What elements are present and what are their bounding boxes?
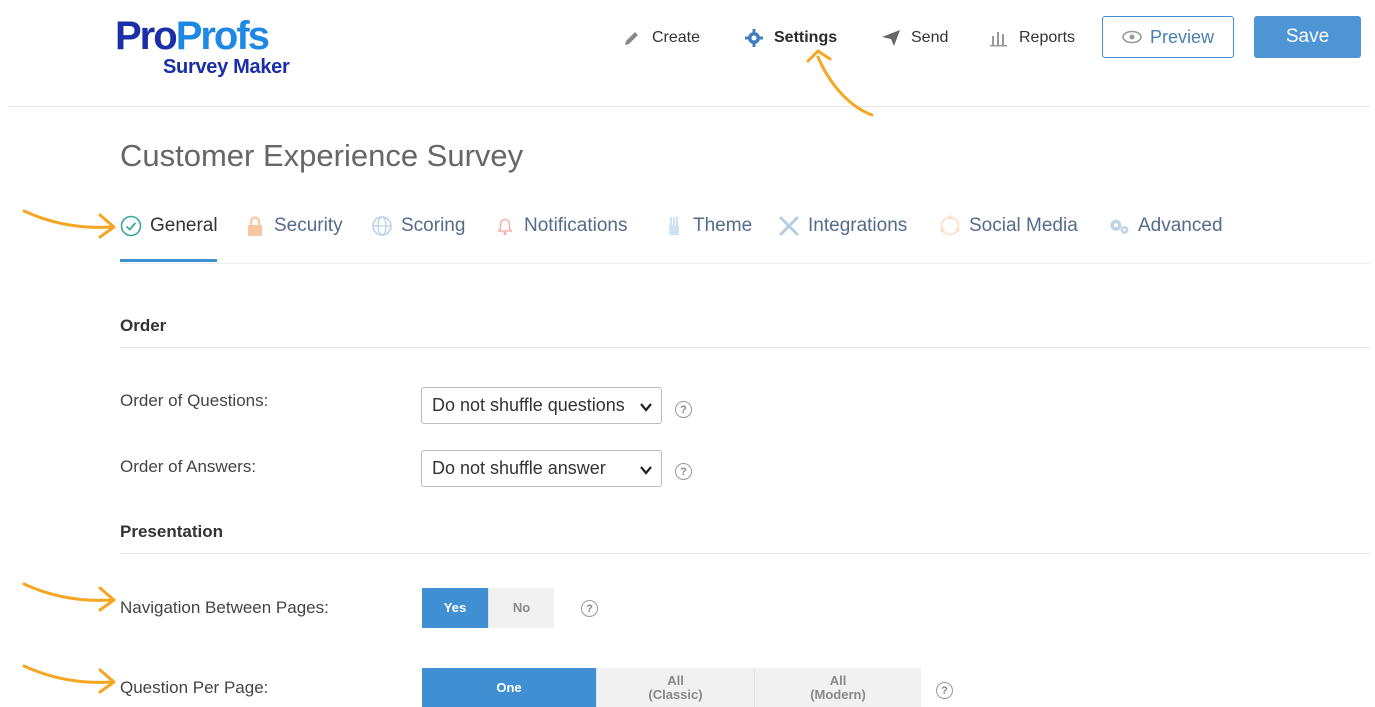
tab-advanced-label: Advanced bbox=[1138, 215, 1223, 236]
tab-notifications-label: Notifications bbox=[524, 215, 628, 236]
tab-social-media-label: Social Media bbox=[969, 215, 1078, 236]
nav-send[interactable]: Send bbox=[881, 24, 948, 52]
preview-label: Preview bbox=[1149, 26, 1215, 47]
annotation-arrow-general bbox=[22, 209, 116, 239]
save-button[interactable]: Save bbox=[1254, 16, 1361, 58]
annotation-arrow-question-per-page bbox=[22, 664, 116, 694]
navigation-yes-option[interactable]: Yes bbox=[422, 588, 488, 628]
lock-icon bbox=[244, 215, 266, 237]
bell-icon bbox=[494, 215, 516, 237]
pencil-icon bbox=[622, 28, 642, 48]
tab-general-label: General bbox=[150, 215, 218, 236]
navigation-toggle: Yes No bbox=[422, 588, 554, 628]
order-answers-value: Do not shuffle answer bbox=[432, 458, 606, 478]
tab-integrations-label: Integrations bbox=[808, 215, 908, 236]
eye-icon bbox=[1122, 30, 1142, 44]
tab-social-media[interactable]: Social Media bbox=[939, 212, 1078, 240]
chevron-down-icon bbox=[639, 461, 653, 482]
gears-icon bbox=[1108, 215, 1130, 237]
gear-icon bbox=[744, 28, 764, 48]
tab-scoring-label: Scoring bbox=[401, 215, 466, 236]
check-circle-icon bbox=[120, 215, 142, 237]
qpp-all-modern-line1: All bbox=[829, 673, 847, 688]
help-icon[interactable]: ? bbox=[675, 401, 692, 418]
help-icon[interactable]: ? bbox=[675, 463, 692, 480]
order-heading: Order bbox=[120, 316, 167, 335]
proprofs-logo[interactable]: ProProfs Survey Maker bbox=[115, 16, 315, 80]
chevron-down-icon bbox=[639, 398, 653, 419]
logo-part-2: Profs bbox=[175, 14, 270, 58]
tab-notifications[interactable]: Notifications bbox=[494, 212, 628, 240]
logo-wordmark: ProProfs bbox=[115, 14, 270, 58]
qpp-all-modern-line2: (Modern) bbox=[810, 687, 866, 702]
order-questions-value: Do not shuffle questions bbox=[432, 395, 625, 415]
brush-icon bbox=[663, 215, 685, 237]
order-answers-select[interactable]: Do not shuffle answer bbox=[421, 450, 662, 487]
tab-advanced[interactable]: Advanced bbox=[1108, 212, 1223, 240]
tab-scoring[interactable]: Scoring bbox=[371, 212, 465, 240]
annotation-arrow-navigation bbox=[22, 582, 116, 612]
logo-subtitle: Survey Maker bbox=[163, 56, 290, 78]
page-title: Customer Experience Survey bbox=[120, 138, 524, 173]
qpp-all-classic-line2: (Classic) bbox=[648, 687, 703, 702]
question-per-page-toggle: One All (Classic) All (Modern) bbox=[422, 668, 921, 707]
bar-chart-icon bbox=[989, 28, 1009, 48]
help-icon[interactable]: ? bbox=[936, 682, 953, 699]
tab-security[interactable]: Security bbox=[244, 212, 343, 240]
qpp-all-modern-option[interactable]: All (Modern) bbox=[754, 668, 921, 707]
tab-integrations[interactable]: Integrations bbox=[778, 212, 907, 240]
annotation-arrow-settings bbox=[806, 49, 874, 117]
presentation-divider bbox=[120, 553, 1370, 554]
preview-button[interactable]: Preview bbox=[1102, 16, 1234, 58]
order-answers-label: Order of Answers: bbox=[120, 457, 257, 476]
navigation-label: Navigation Between Pages: bbox=[120, 598, 329, 617]
qpp-one-option[interactable]: One bbox=[422, 668, 596, 707]
qpp-all-classic-line1: All bbox=[667, 673, 684, 688]
presentation-heading: Presentation bbox=[120, 522, 223, 541]
order-questions-label: Order of Questions: bbox=[120, 391, 269, 410]
tab-security-label: Security bbox=[274, 215, 343, 236]
order-divider bbox=[120, 347, 1370, 348]
settings-tabs: General Security Scoring Notifications T… bbox=[120, 200, 1370, 264]
nav-send-label: Send bbox=[911, 29, 949, 46]
nav-reports[interactable]: Reports bbox=[989, 24, 1075, 52]
qpp-all-classic-option[interactable]: All (Classic) bbox=[596, 668, 754, 707]
nav-create[interactable]: Create bbox=[622, 24, 700, 52]
tab-general[interactable]: General bbox=[120, 212, 218, 240]
tools-icon bbox=[778, 215, 800, 237]
help-icon[interactable]: ? bbox=[581, 600, 598, 617]
tab-theme-label: Theme bbox=[693, 215, 753, 236]
navigation-no-option[interactable]: No bbox=[488, 588, 554, 628]
nav-reports-label: Reports bbox=[1019, 29, 1076, 46]
globe-icon bbox=[371, 215, 393, 237]
active-tab-indicator bbox=[120, 259, 217, 262]
order-questions-select[interactable]: Do not shuffle questions bbox=[421, 387, 662, 424]
question-per-page-label: Question Per Page: bbox=[120, 678, 269, 697]
tab-theme[interactable]: Theme bbox=[663, 212, 752, 240]
nav-create-label: Create bbox=[652, 29, 701, 46]
share-icon bbox=[939, 215, 961, 237]
logo-part-1: Pro bbox=[115, 14, 178, 58]
paper-plane-icon bbox=[881, 28, 901, 48]
